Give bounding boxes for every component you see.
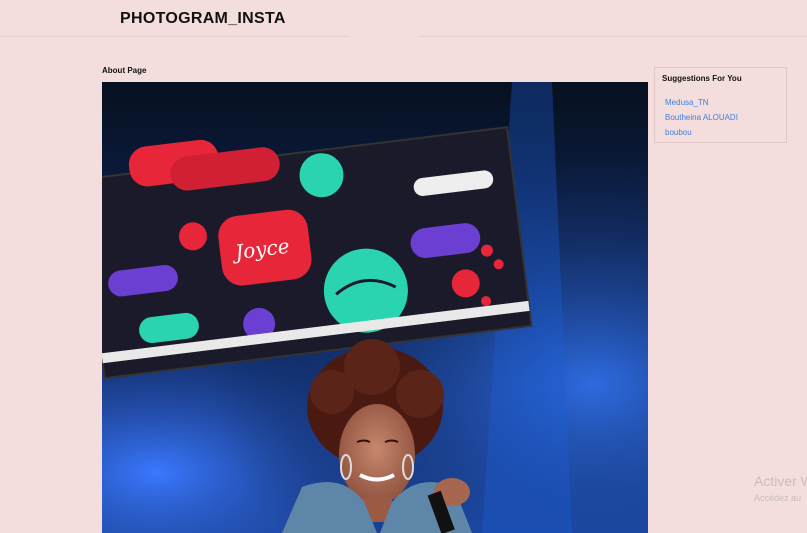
suggestions-title: Suggestions For You bbox=[662, 74, 742, 83]
navbar-gap bbox=[350, 33, 418, 39]
suggestions-list: Medusa_TN Boutheina ALOUADI boubou bbox=[665, 95, 738, 140]
brand-logo-link[interactable]: PHOTOGRAM_INSTA bbox=[120, 10, 286, 28]
activation-watermark-subtitle: Accédez au bbox=[754, 493, 802, 503]
concert-illustration: Joyce bbox=[102, 82, 648, 533]
activation-watermark-title: Activer W bbox=[754, 473, 807, 489]
page-title: About Page bbox=[102, 66, 147, 75]
suggestions-panel: Suggestions For You Medusa_TN Boutheina … bbox=[654, 67, 787, 143]
top-navbar: PHOTOGRAM_INSTA bbox=[0, 0, 807, 37]
suggestion-link[interactable]: boubou bbox=[665, 125, 738, 140]
post-photo[interactable]: Joyce bbox=[102, 82, 648, 533]
suggestion-link[interactable]: Boutheina ALOUADI bbox=[665, 110, 738, 125]
suggestion-link[interactable]: Medusa_TN bbox=[665, 95, 738, 110]
